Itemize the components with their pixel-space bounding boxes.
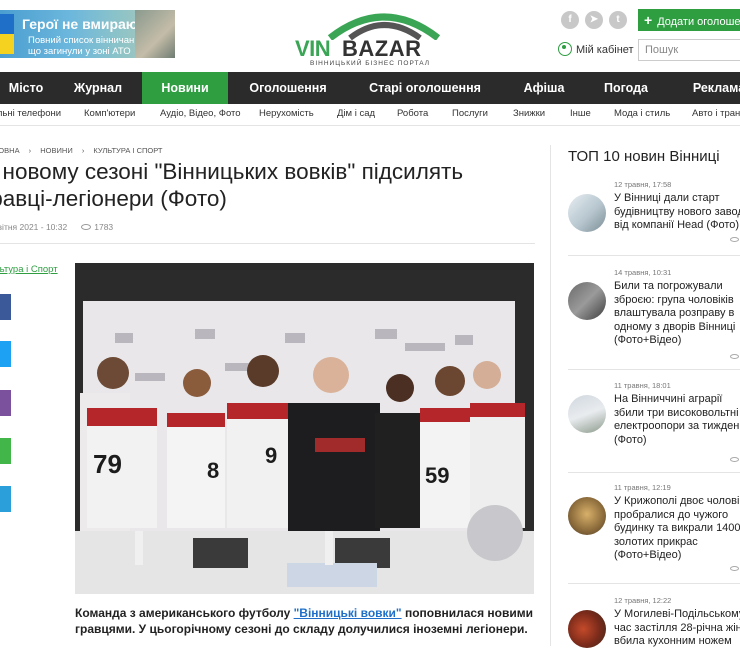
article-category-link[interactable]: Культура і Спорт xyxy=(0,264,58,275)
whatsapp-share-icon[interactable] xyxy=(0,438,11,464)
sidebar-title: ТОП 10 новин Вінниці xyxy=(568,148,720,165)
svg-text:59: 59 xyxy=(425,463,449,488)
nav-item-stari-oholoshennia[interactable]: Старі оголошення xyxy=(360,72,490,104)
article-photo: 79 8 9 59 xyxy=(75,263,534,594)
banner-title: Герої не вмирають xyxy=(22,16,153,32)
svg-text:8: 8 xyxy=(207,458,219,483)
ukraine-flag-icon xyxy=(0,14,14,54)
facebook-icon[interactable]: f xyxy=(561,11,579,29)
nav-item-oholoshennia[interactable]: Оголошення xyxy=(238,72,338,104)
eye-icon xyxy=(730,566,739,571)
subnav-item-discounts[interactable]: Знижки xyxy=(513,108,545,119)
top-news-item[interactable]: 11 травня, 12:19 У Крижополі двоє чолові… xyxy=(568,483,740,588)
banner-subtitle: Повний список вінничан, що загинули у зо… xyxy=(28,35,137,57)
news-date: 14 травня, 10:31 xyxy=(614,268,672,277)
twitter-share-icon[interactable] xyxy=(0,341,11,367)
nav-item-misto[interactable]: Місто xyxy=(0,72,52,104)
subnav-item-other[interactable]: Інше xyxy=(570,108,591,119)
eye-icon xyxy=(730,237,739,242)
article-title: У новому сезоні "Вінницьких вовків" підс… xyxy=(0,159,464,211)
main-nav: Місто Журнал Новини Оголошення Старі ого… xyxy=(0,72,740,104)
subnav-item-audio-video[interactable]: Аудіо, Відео, Фото xyxy=(160,108,241,119)
article-views: 1783 xyxy=(94,222,114,232)
add-listing-label: Додати оголошення xyxy=(657,16,740,28)
nav-item-novyny[interactable]: Новини xyxy=(142,72,228,104)
nav-item-pohoda[interactable]: Погода xyxy=(596,72,656,104)
eye-icon xyxy=(730,354,739,359)
viber-share-icon[interactable] xyxy=(0,390,11,416)
site-logo[interactable]: VIN BAZAR ВІННИЦЬКИЙ БІЗНЕС ПОРТАЛ xyxy=(292,6,452,67)
subnav-item-phones[interactable]: Мобільні телефони xyxy=(0,108,61,119)
svg-text:79: 79 xyxy=(93,449,122,479)
subnav-item-auto[interactable]: Авто і транспорт xyxy=(692,108,740,119)
telegram-share-icon[interactable] xyxy=(0,486,11,512)
plus-icon: + xyxy=(644,12,653,28)
subnav-item-fashion[interactable]: Мода і стиль xyxy=(614,108,670,119)
breadcrumb: Головна › Новини › Культура і спорт xyxy=(0,146,169,155)
divider xyxy=(0,243,535,244)
search-input[interactable]: Пошук xyxy=(638,39,740,61)
sidebar-divider xyxy=(550,145,551,646)
news-thumbnail xyxy=(568,395,606,433)
svg-text:9: 9 xyxy=(265,443,277,468)
news-date: 12 травня, 12:22 xyxy=(614,596,672,605)
news-thumbnail xyxy=(568,282,606,320)
add-listing-button[interactable]: + Додати оголошення xyxy=(638,9,740,31)
top-news-item[interactable]: 12 травня, 12:22 У Могилеві-Подільському… xyxy=(568,596,740,656)
news-date: 12 травня, 17:58 xyxy=(614,180,672,189)
news-thumbnail xyxy=(568,610,606,648)
ato-heroes-banner[interactable]: Герої не вмирають Повний список вінничан… xyxy=(0,10,175,58)
eye-icon xyxy=(730,457,739,462)
logo-text-bazar: BAZAR xyxy=(342,36,422,61)
article-meta: 14 квітня 2021 - 10:32 1783 xyxy=(0,222,113,232)
top-news-item[interactable]: 12 травня, 17:58 У Вінниці дали старт бу… xyxy=(568,180,740,250)
subnav-item-jobs[interactable]: Робота xyxy=(397,108,428,119)
news-date: 11 травня, 12:19 xyxy=(614,483,671,492)
news-title: У Вінниці дали старт будівництву нового … xyxy=(614,192,740,231)
article-lead: Команда з американського футболу "Вінниц… xyxy=(75,605,537,637)
banner-portraits xyxy=(135,10,175,58)
top-news-item[interactable]: 14 травня, 10:31 Били та погрожували збр… xyxy=(568,268,740,363)
logo-text-vin: VIN xyxy=(295,36,331,61)
article-date: 14 квітня 2021 - 10:32 xyxy=(0,222,68,232)
subnav-item-home-garden[interactable]: Дім і сад xyxy=(337,108,375,119)
news-thumbnail xyxy=(568,194,606,232)
user-icon xyxy=(558,42,572,56)
news-title: На Вінниччині аграрії збили три високово… xyxy=(614,393,740,446)
breadcrumb-news[interactable]: Новини xyxy=(40,146,72,155)
my-cabinet-label: Мій кабінет xyxy=(576,44,634,56)
eye-icon xyxy=(81,224,92,230)
subnav-item-real-estate[interactable]: Нерухомість xyxy=(259,108,314,119)
my-cabinet-link[interactable]: Мій кабінет xyxy=(558,42,634,56)
nav-item-zhurnal[interactable]: Журнал xyxy=(64,72,132,104)
subnav-item-computers[interactable]: Комп'ютери xyxy=(84,108,135,119)
subnav-item-services[interactable]: Послуги xyxy=(452,108,488,119)
news-date: 11 травня, 18:01 xyxy=(614,381,671,390)
twitter-icon[interactable]: t xyxy=(609,11,627,29)
sub-nav: Мобільні телефони Комп'ютери Аудіо, Віде… xyxy=(0,104,740,126)
news-thumbnail xyxy=(568,497,606,535)
nav-item-afisha[interactable]: Афіша xyxy=(512,72,576,104)
vinnytsia-wolves-link[interactable]: "Вінницькі вовки" xyxy=(294,606,402,620)
top-news-item[interactable]: 11 травня, 18:01 На Вінниччині аграрії з… xyxy=(568,381,740,471)
logo-tagline: ВІННИЦЬКИЙ БІЗНЕС ПОРТАЛ xyxy=(310,60,431,67)
nav-item-reklama[interactable]: Реклама xyxy=(684,72,740,104)
news-title: У Крижополі двоє чоловіків пробралися до… xyxy=(614,495,740,561)
breadcrumb-home[interactable]: Головна xyxy=(0,146,20,155)
telegram-icon[interactable]: ➤ xyxy=(585,11,603,29)
logo-arch-icon xyxy=(328,13,440,40)
lead-text-start: Команда з американського футболу xyxy=(75,606,294,620)
facebook-share-icon[interactable] xyxy=(0,294,11,320)
breadcrumb-culture-sport[interactable]: Культура і спорт xyxy=(93,146,162,155)
news-title: Били та погрожували зброєю: група чолові… xyxy=(614,280,736,346)
news-title: У Могилеві-Подільському час застілля 28-… xyxy=(614,608,740,647)
